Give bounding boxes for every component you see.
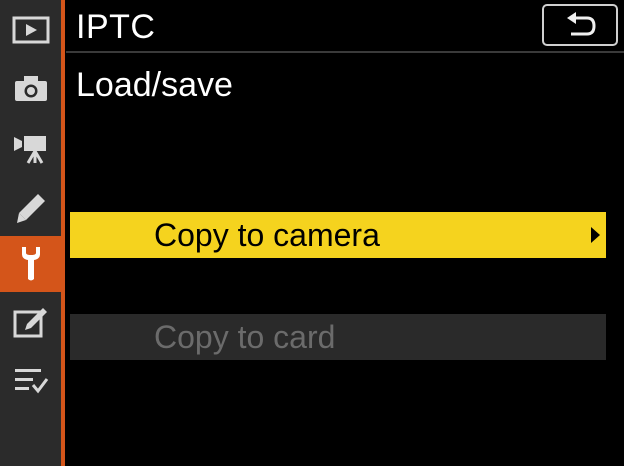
menu-item-copy-to-card: Copy to card	[70, 314, 606, 360]
back-button[interactable]	[542, 4, 618, 46]
tab-playback[interactable]	[0, 2, 61, 58]
sidebar-accent-border	[61, 0, 65, 466]
menu-item-label: Copy to camera	[154, 217, 380, 253]
retouch-icon	[13, 308, 47, 338]
menu-item-label: Copy to card	[154, 319, 336, 355]
tab-setup[interactable]	[0, 236, 61, 292]
wrench-icon	[21, 247, 40, 281]
return-arrow-icon	[567, 12, 596, 36]
menu-subtitle: Load/save	[76, 66, 233, 104]
movie-camera-icon	[13, 136, 46, 164]
my-menu-icon	[14, 369, 48, 394]
pencil-icon	[16, 194, 45, 223]
camera-icon	[14, 76, 47, 101]
playback-icon	[12, 16, 49, 44]
menu-item-copy-to-camera[interactable]: Copy to camera	[70, 212, 606, 258]
tab-movie-shooting[interactable]	[0, 120, 61, 176]
tab-custom-settings[interactable]	[0, 180, 61, 236]
tab-my-menu[interactable]	[0, 352, 61, 408]
tab-retouch[interactable]	[0, 294, 61, 350]
header-divider	[66, 51, 624, 53]
page-title: IPTC	[76, 8, 156, 46]
tab-photo-shooting[interactable]	[0, 60, 61, 116]
submenu-arrow-icon	[591, 227, 600, 243]
menu-tab-strip	[0, 0, 61, 466]
